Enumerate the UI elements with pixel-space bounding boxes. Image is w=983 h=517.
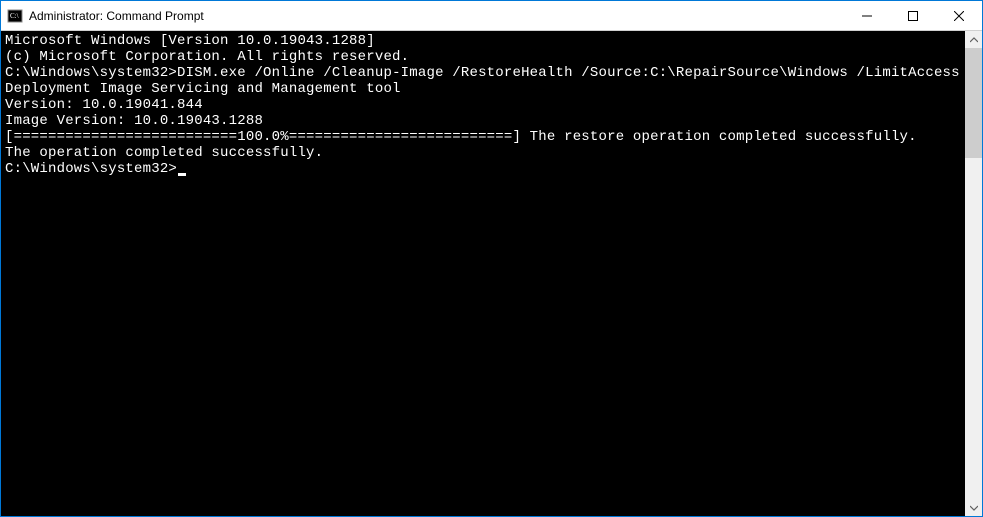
- prompt-path: C:\Windows\system32>: [5, 161, 177, 177]
- output-line: Version: 10.0.19041.844: [5, 97, 961, 113]
- output-line: C:\Windows\system32>: [5, 161, 961, 177]
- command-text: DISM.exe /Online /Cleanup-Image /Restore…: [177, 65, 960, 81]
- scroll-down-button[interactable]: [965, 499, 982, 516]
- console-output[interactable]: Microsoft Windows [Version 10.0.19043.12…: [1, 31, 965, 516]
- svg-text:C:\: C:\: [10, 12, 19, 20]
- console-wrapper: Microsoft Windows [Version 10.0.19043.12…: [1, 31, 982, 516]
- minimize-icon: [862, 11, 872, 21]
- titlebar-left: C:\ Administrator: Command Prompt: [1, 8, 844, 24]
- output-line: (c) Microsoft Corporation. All rights re…: [5, 49, 961, 65]
- chevron-up-icon: [970, 36, 978, 44]
- scroll-thumb[interactable]: [965, 48, 982, 158]
- cursor: [178, 173, 186, 176]
- output-line: C:\Windows\system32>DISM.exe /Online /Cl…: [5, 65, 961, 81]
- output-line: Deployment Image Servicing and Managemen…: [5, 81, 961, 97]
- window-title: Administrator: Command Prompt: [29, 9, 204, 23]
- maximize-button[interactable]: [890, 1, 936, 30]
- scroll-up-button[interactable]: [965, 31, 982, 48]
- output-line: Image Version: 10.0.19043.1288: [5, 113, 961, 129]
- titlebar[interactable]: C:\ Administrator: Command Prompt: [1, 1, 982, 31]
- vertical-scrollbar[interactable]: [965, 31, 982, 516]
- output-line: [==========================100.0%=======…: [5, 129, 961, 145]
- output-line: The operation completed successfully.: [5, 145, 961, 161]
- minimize-button[interactable]: [844, 1, 890, 30]
- close-button[interactable]: [936, 1, 982, 30]
- maximize-icon: [908, 11, 918, 21]
- scroll-track[interactable]: [965, 48, 982, 499]
- chevron-down-icon: [970, 504, 978, 512]
- close-icon: [954, 11, 964, 21]
- output-line: Microsoft Windows [Version 10.0.19043.12…: [5, 33, 961, 49]
- prompt-path: C:\Windows\system32>: [5, 65, 177, 81]
- window-controls: [844, 1, 982, 30]
- cmd-icon: C:\: [7, 8, 23, 24]
